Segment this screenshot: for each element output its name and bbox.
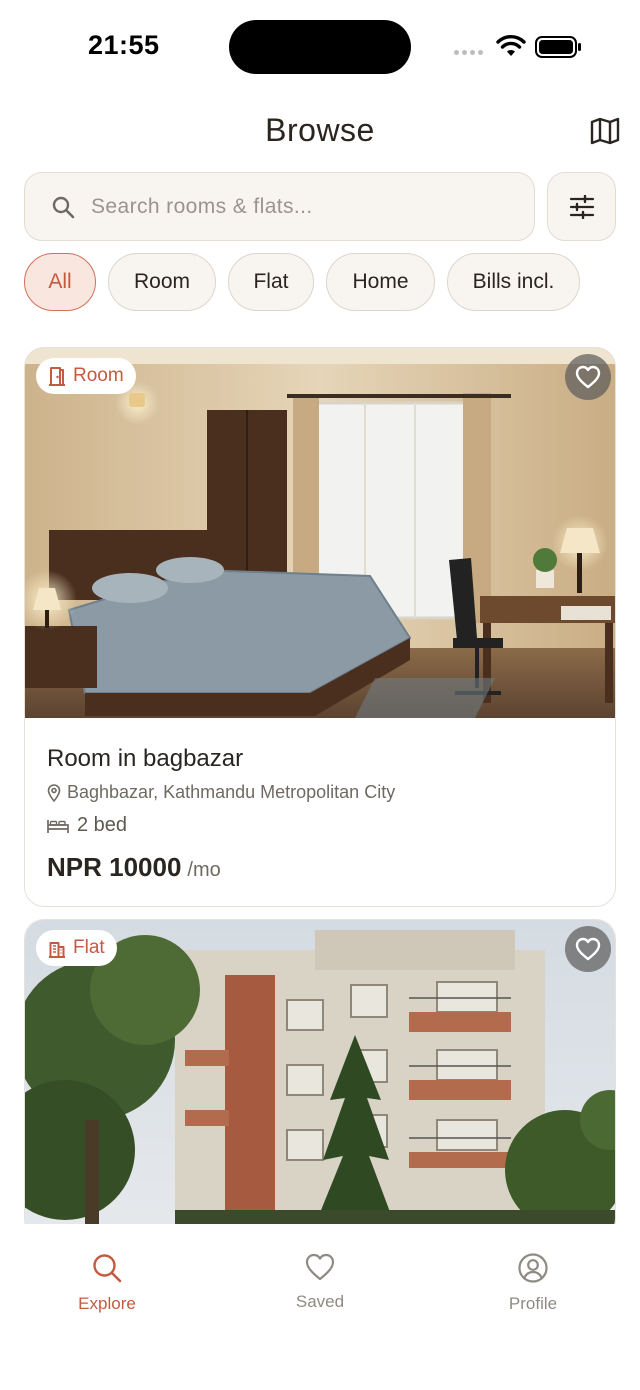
tab-profile[interactable]: Profile bbox=[463, 1252, 603, 1314]
sliders-icon bbox=[569, 194, 594, 219]
search-input[interactable] bbox=[91, 194, 491, 219]
chip-all[interactable]: All bbox=[24, 253, 96, 311]
listing-beds: 2 bed bbox=[47, 814, 127, 837]
search-bar[interactable] bbox=[24, 172, 535, 241]
chip-flat[interactable]: Flat bbox=[228, 253, 314, 311]
listing-type-label: Room bbox=[73, 365, 124, 386]
page-title: Browse bbox=[265, 112, 375, 148]
chip-home[interactable]: Home bbox=[326, 253, 435, 311]
heart-icon bbox=[305, 1253, 335, 1281]
cellular-signal-icon bbox=[454, 50, 483, 55]
tab-saved-label: Saved bbox=[295, 1292, 345, 1311]
listing-card[interactable]: Flat bbox=[24, 919, 616, 1239]
tab-explore[interactable]: Explore bbox=[37, 1252, 177, 1314]
tab-bar: Explore Saved Profile bbox=[0, 1224, 640, 1390]
price-amount: NPR 10000 bbox=[47, 852, 182, 882]
wifi-icon bbox=[496, 35, 526, 56]
listing-title: Room in bagbazar bbox=[47, 745, 244, 772]
user-icon bbox=[518, 1253, 548, 1283]
door-icon bbox=[49, 367, 65, 386]
tab-profile-label: Profile bbox=[508, 1294, 558, 1313]
listing-price: NPR 10000 /mo bbox=[47, 852, 221, 883]
bed-icon bbox=[47, 819, 69, 833]
status-bar: 21:55 bbox=[0, 0, 640, 96]
location-pin-icon bbox=[47, 783, 61, 802]
listing-photo: Room bbox=[25, 348, 615, 718]
listing-type-badge: Flat bbox=[36, 930, 117, 966]
price-unit: /mo bbox=[187, 859, 221, 881]
tab-explore-label: Explore bbox=[78, 1294, 136, 1313]
heart-icon bbox=[575, 937, 601, 961]
map-view-button[interactable] bbox=[588, 114, 622, 148]
search-icon bbox=[51, 195, 75, 219]
search-icon bbox=[93, 1254, 122, 1283]
filter-button[interactable] bbox=[547, 172, 616, 241]
listing-photo: Flat bbox=[25, 920, 615, 1238]
listing-location-text: Baghbazar, Kathmandu Metropolitan City bbox=[67, 782, 396, 802]
dynamic-island bbox=[229, 20, 411, 74]
listing-beds-text: 2 bed bbox=[77, 814, 128, 836]
listing-type-badge: Room bbox=[36, 358, 136, 394]
listing-card[interactable]: Room Room in bagbazar Baghbazar, Kathman… bbox=[24, 347, 616, 907]
heart-icon bbox=[575, 365, 601, 389]
listing-location: Baghbazar, Kathmandu Metropolitan City bbox=[47, 782, 395, 803]
favorite-button[interactable] bbox=[565, 926, 611, 972]
chip-bills-included[interactable]: Bills incl. bbox=[447, 253, 580, 311]
favorite-button[interactable] bbox=[565, 354, 611, 400]
map-icon bbox=[590, 117, 620, 145]
battery-icon bbox=[535, 36, 581, 58]
status-time: 21:55 bbox=[88, 30, 160, 60]
listing-type-label: Flat bbox=[73, 937, 105, 958]
tab-saved[interactable]: Saved bbox=[250, 1252, 390, 1312]
building-icon bbox=[49, 942, 65, 958]
chip-room[interactable]: Room bbox=[108, 253, 216, 311]
